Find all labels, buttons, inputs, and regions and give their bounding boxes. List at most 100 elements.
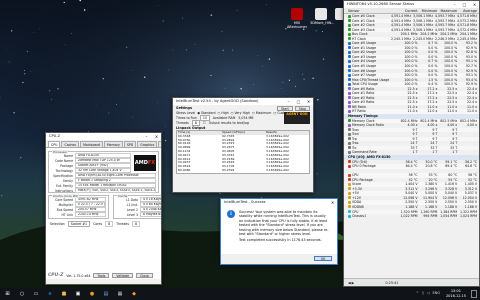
clock[interactable]: 15:01 2016.12.15 [446, 289, 466, 299]
file-icon [315, 8, 327, 20]
sensor-type-icon [348, 82, 351, 86]
sensor-type-icon [348, 128, 351, 132]
network-icon[interactable]: ▯ [422, 291, 424, 295]
linpack-output-table[interactable]: Time (s) Speed (GFlops) Results 60.3348 9… [176, 130, 310, 174]
hwinfo-task-icon[interactable]: ▤ [101, 290, 112, 299]
field-row: Family F Model 1 Stepping 2 [51, 178, 156, 183]
chevron-up-icon[interactable]: ^ [416, 291, 419, 295]
sensor-type-icon [348, 196, 351, 200]
star [0, 96, 1, 98]
field-value: 4 x 64 KBytes 2-way [140, 202, 161, 207]
dialog-titlebar[interactable]: IntelBurnTest - Success ✕ [221, 199, 337, 206]
star [79, 0, 81, 2]
threads-dropdown[interactable]: 8 [191, 119, 200, 126]
star [13, 112, 15, 114]
task-view-icon[interactable]: ▭ [31, 290, 42, 299]
star [95, 105, 97, 106]
sensor-type-icon [348, 46, 351, 50]
ibt-titlebar[interactable]: IntelBurnTest v2.54 - by AgentGOD (Sandb… [173, 98, 313, 105]
close-button[interactable]: Close [136, 273, 153, 278]
stress-level-option[interactable]: ○ Maximum [252, 111, 272, 115]
maximize-icon[interactable]: □ [461, 1, 468, 8]
star [221, 30, 223, 32]
sensor-type-icon [348, 105, 351, 109]
star [236, 10, 238, 11]
column-header[interactable]: Minimum [420, 8, 440, 13]
store-icon[interactable]: ▣ [73, 290, 84, 299]
sensor-row[interactable]: Chassis1 1,022 RPM 994 RPM 1,054 RPM 1,024 R… [344, 214, 479, 219]
success-dialog[interactable]: IntelBurnTest - Success ✕ i Success! You… [220, 198, 338, 265]
folder-icon[interactable]: ■ [59, 290, 70, 299]
cpuz-titlebar[interactable]: CPU-Z – ✕ [46, 133, 161, 140]
stop-button[interactable]: Stop [294, 106, 310, 111]
cpuz-window[interactable]: CPU-Z – ✕ CPU Caches Mainboard Memory SPD Grap… [45, 132, 162, 285]
sensor-name: Bus Clock [352, 32, 368, 37]
star [321, 31, 324, 33]
close-icon[interactable]: ✕ [471, 1, 478, 8]
sensor-type-icon [348, 19, 351, 23]
validate-button[interactable]: Validate [112, 273, 134, 278]
sensor-type-icon [348, 41, 351, 45]
star [33, 32, 35, 33]
column-header[interactable]: Current [400, 8, 420, 13]
column-header[interactable]: Maximum [439, 8, 459, 13]
sensor-name: Vcore [352, 182, 362, 187]
desktop-icon-afterburner[interactable]: MSI Afterburner [286, 8, 308, 29]
minimize-icon[interactable]: – [451, 1, 458, 8]
threads-value: 8 [131, 221, 141, 227]
field-row: Specification AMD FX(tm)-8150 Eight-Core … [51, 173, 156, 178]
minimize-icon[interactable]: – [143, 133, 150, 140]
field-value: MMX(+), SSE, SSE2, SSE3, SSSE3, SSE4.1, … [75, 188, 156, 193]
avail-mem-value: 5,034 MB [238, 115, 254, 120]
arrows-icon[interactable]: ◀ ▶ [348, 281, 354, 285]
sensor-list[interactable]: Core #0 Clock 4,591.4 MHz 3,506.1 MHz 4,593… [344, 14, 479, 219]
stress-level-option[interactable]: ○ High [218, 111, 229, 115]
cpuz-task-icon[interactable]: ▦ [115, 290, 126, 299]
field-value: x 22.5 ( 7 - 22.5 ) [75, 202, 107, 207]
desktop-icon-3dmark[interactable]: 3DMark_HW... [310, 8, 334, 25]
star [253, 84, 254, 85]
close-icon[interactable]: ✕ [329, 199, 336, 206]
intelburntest-window[interactable]: IntelBurnTest v2.54 - by AgentGOD (Sandb… [172, 97, 314, 193]
sensor-maximum: 1,054 RPM [440, 214, 458, 219]
sensor-name: CPU [352, 209, 359, 214]
star [292, 76, 294, 78]
star [24, 69, 25, 71]
chrome-icon[interactable]: ● [87, 290, 98, 299]
minimize-icon[interactable]: – [285, 98, 292, 105]
tools-button[interactable]: Tools [93, 273, 110, 278]
hwinfo-titlebar[interactable]: HWiNFO64 v5.10-2660 Sensor Status – □ ✕ [344, 1, 479, 8]
sensor-type-icon [348, 137, 351, 141]
star [172, 49, 174, 51]
sensor-name: Core #7 Usage [352, 73, 377, 78]
sensor-type-icon [348, 187, 351, 191]
close-icon[interactable]: ✕ [305, 98, 312, 105]
volume-icon[interactable]: ◁ [427, 291, 430, 295]
column-header[interactable]: Average [459, 8, 479, 13]
column-header[interactable]: Sensor [344, 8, 400, 13]
selection-dropdown[interactable]: Socket #1 [67, 221, 91, 227]
field-label: L1 Inst. [126, 202, 139, 207]
maximize-icon[interactable]: □ [295, 98, 302, 105]
ibt-task-icon[interactable]: ◆ [129, 290, 140, 299]
star [115, 103, 118, 105]
language-indicator[interactable]: ENG [432, 291, 440, 295]
close-icon[interactable]: ✕ [153, 133, 160, 140]
sensor-type-icon [348, 200, 351, 204]
field-value: Socket AM3+ (942) [75, 163, 131, 168]
ok-button[interactable]: OK [314, 256, 332, 261]
star [302, 73, 303, 75]
stress-level-option[interactable]: ○ Very High [231, 111, 250, 115]
edge-icon[interactable]: e [45, 290, 56, 299]
star [165, 140, 167, 142]
output-check-label: Output results to text/log [208, 120, 249, 125]
notification-icon[interactable] [471, 290, 477, 298]
output-checkbox[interactable]: ☐ [203, 121, 206, 125]
windows-start-icon[interactable]: ⊞ [2, 290, 14, 299]
field-row: Multiplier x 22.5 ( 7 - 22.5 ) [51, 202, 107, 207]
search-icon[interactable]: ○ [17, 290, 28, 299]
sensor-name: Trcd [352, 132, 359, 137]
start-button[interactable]: Start [276, 106, 293, 111]
stress-level-label: High [221, 110, 229, 115]
hwinfo-window[interactable]: HWiNFO64 v5.10-2660 Sensor Status – □ ✕ Se… [343, 0, 480, 287]
